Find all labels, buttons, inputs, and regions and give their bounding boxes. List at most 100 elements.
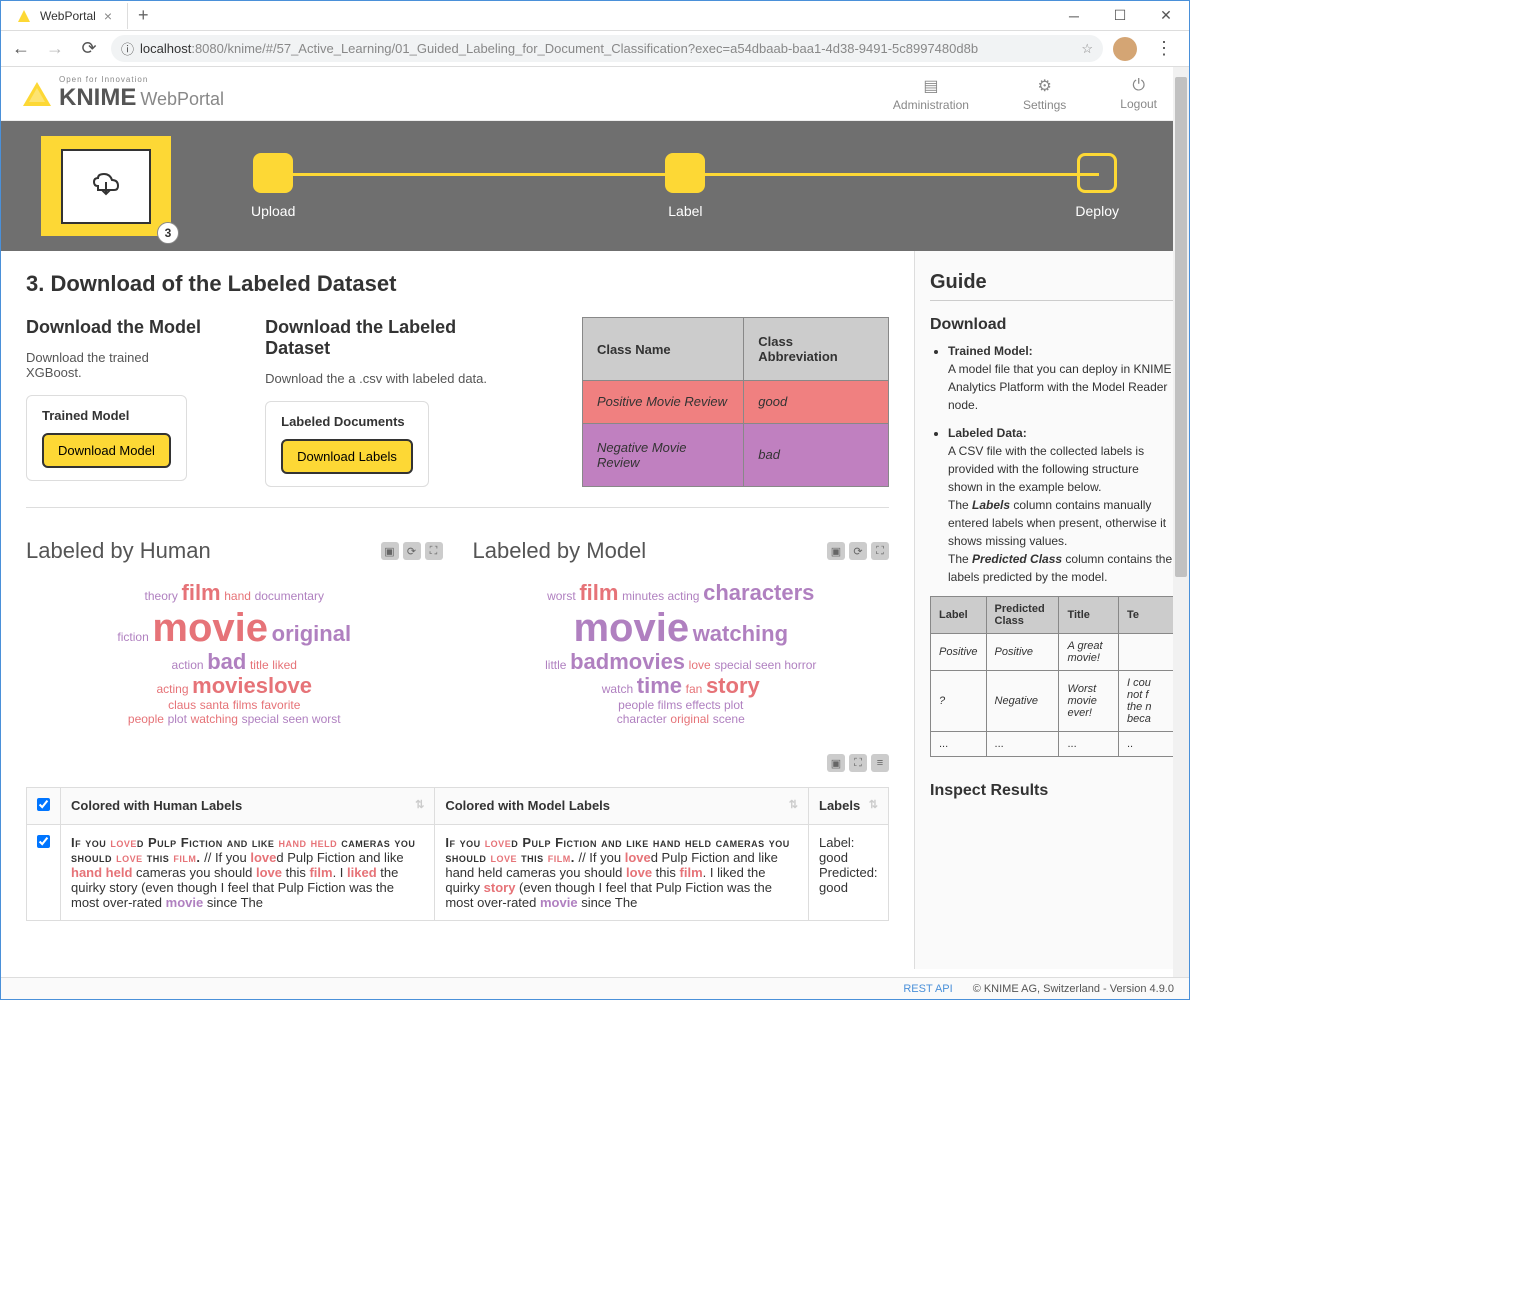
site-info-icon[interactable]: ⓘ	[121, 39, 134, 58]
address-bar[interactable]: ⓘ localhost:8080/knime/#/57_Active_Learn…	[111, 35, 1103, 62]
divider	[26, 507, 889, 508]
col-model-header[interactable]: Colored with Model Labels⇅	[435, 788, 809, 825]
table-row: ?NegativeWorst movie ever!I cou not f th…	[931, 671, 1174, 732]
table-row: PositivePositiveA great movie!	[931, 634, 1174, 671]
step-badge: 3	[157, 222, 179, 244]
cell-labels: Label: goodPredicted: good	[809, 825, 889, 921]
main-content: 3. Download of the Labeled Dataset Downl…	[1, 251, 914, 969]
download-model-desc: Download the trained XGBoost.	[26, 350, 205, 380]
forward-button[interactable]: →	[43, 37, 67, 61]
knime-logo[interactable]: Open for Innovation KNIME WebPortal	[21, 75, 224, 112]
sort-icon[interactable]: ⇅	[415, 798, 424, 811]
wordcloud-human-title: Labeled by Human	[26, 538, 211, 564]
table-row: Negative Movie Review bad	[582, 423, 888, 486]
bookmark-star-icon[interactable]: ☆	[1081, 41, 1093, 57]
collapse-icon[interactable]: ▣	[827, 754, 845, 772]
download-labels-button[interactable]: Download Labels	[281, 439, 413, 474]
reload-button[interactable]: ⟳	[77, 37, 101, 61]
guide-list-item: Trained Model: A model file that you can…	[948, 342, 1174, 414]
tab-title: WebPortal	[40, 9, 96, 23]
table-row: If you loved Pulp Fiction and like hand …	[27, 825, 889, 921]
browser-toolbar: ← → ⟳ ⓘ localhost:8080/knime/#/57_Active…	[1, 31, 1189, 67]
admin-icon: ▤	[923, 76, 938, 96]
dataset-card-title: Labeled Documents	[281, 414, 413, 429]
scroll-thumb[interactable]	[1175, 77, 1187, 577]
dataset-card: Labeled Documents Download Labels	[265, 401, 429, 487]
section-title: 3. Download of the Labeled Dataset	[26, 271, 889, 297]
gear-icon: ⚙	[1037, 76, 1051, 96]
logout-label: Logout	[1120, 97, 1157, 111]
guide-list-item: Labeled Data: A CSV file with the collec…	[948, 424, 1174, 586]
row-checkbox[interactable]	[37, 835, 50, 848]
guide-example-table: Label Predicted Class Title Te PositiveP…	[930, 596, 1174, 757]
step-label: Deploy	[1075, 203, 1119, 219]
refresh-icon[interactable]: ⟳	[403, 542, 421, 560]
guide-download-heading: Download	[930, 316, 1174, 334]
refresh-icon[interactable]: ⟳	[849, 542, 867, 560]
col-labels-header[interactable]: Labels⇅	[809, 788, 889, 825]
window-minimize-button[interactable]: ─	[1051, 1, 1097, 31]
logout-link[interactable]: ⏻ Logout	[1108, 77, 1169, 111]
settings-link[interactable]: ⚙ Settings	[1011, 76, 1078, 112]
guide-inspect-heading: Inspect Results	[930, 782, 1174, 800]
admin-label: Administration	[893, 98, 969, 112]
logo-tagline: Open for Innovation	[59, 75, 224, 84]
workflow-stepper: 3 Upload Label Deploy	[1, 121, 1189, 251]
expand-icon[interactable]: ⛶	[425, 542, 443, 560]
logo-portal: WebPortal	[140, 89, 224, 110]
download-dataset-desc: Download the a .csv with labeled data.	[265, 371, 522, 386]
new-tab-button[interactable]: +	[128, 0, 159, 31]
url-host: localhost	[140, 41, 191, 56]
table-row: ...........	[931, 732, 1174, 757]
administration-link[interactable]: ▤ Administration	[881, 76, 981, 112]
browser-titlebar: WebPortal × + ─ ☐ ✕	[1, 1, 1189, 31]
class-table: Class Name Class Abbreviation Positive M…	[582, 317, 889, 487]
window-maximize-button[interactable]: ☐	[1097, 1, 1143, 31]
sort-icon[interactable]: ⇅	[869, 798, 878, 811]
browser-tab[interactable]: WebPortal ×	[1, 3, 128, 29]
collapse-icon[interactable]: ▣	[381, 542, 399, 560]
model-card: Trained Model Download Model	[26, 395, 187, 481]
select-all-checkbox[interactable]	[37, 798, 50, 811]
cell-human-text: If you loved Pulp Fiction and like hand …	[61, 825, 435, 921]
copyright-text: © KNIME AG, Switzerland - Version 4.9.0	[973, 983, 1174, 995]
logout-icon: ⏻	[1132, 77, 1145, 95]
workflow-thumbnail[interactable]: 3	[41, 136, 171, 236]
knime-logo-icon	[21, 78, 53, 110]
wordcloud-model-title: Labeled by Model	[473, 538, 647, 564]
app-header: Open for Innovation KNIME WebPortal ▤ Ad…	[1, 67, 1189, 121]
guide-panel: Guide Download Trained Model: A model fi…	[914, 251, 1189, 969]
class-table-header: Class Name	[582, 318, 743, 381]
scrollbar[interactable]	[1173, 67, 1189, 977]
url-path: /knime/#/57_Active_Learning/01_Guided_La…	[224, 41, 978, 56]
guide-title: Guide	[930, 271, 1174, 301]
wordcloud-human[interactable]: theory film hand documentary fiction mov…	[26, 564, 443, 744]
step-label: Label	[668, 203, 702, 219]
collapse-icon[interactable]: ▣	[827, 542, 845, 560]
sort-icon[interactable]: ⇅	[789, 798, 798, 811]
step-deploy[interactable]: Deploy	[1075, 153, 1119, 219]
download-model-heading: Download the Model	[26, 317, 205, 338]
window-close-button[interactable]: ✕	[1143, 1, 1189, 31]
rest-api-link[interactable]: REST API	[903, 983, 952, 995]
step-label[interactable]: Label	[665, 153, 705, 219]
table-row: Positive Movie Review good	[582, 381, 888, 424]
expand-icon[interactable]: ⛶	[871, 542, 889, 560]
download-model-button[interactable]: Download Model	[42, 433, 171, 468]
step-upload[interactable]: Upload	[251, 153, 295, 219]
url-port: :8080	[191, 41, 224, 56]
results-table: Colored with Human Labels⇅ Colored with …	[26, 787, 889, 921]
logo-brand: KNIME	[59, 84, 136, 112]
browser-menu-icon[interactable]: ⋮	[1147, 38, 1181, 59]
col-human-header[interactable]: Colored with Human Labels⇅	[61, 788, 435, 825]
settings-label: Settings	[1023, 98, 1066, 112]
menu-icon[interactable]: ≡	[871, 754, 889, 772]
expand-icon[interactable]: ⛶	[849, 754, 867, 772]
profile-avatar[interactable]	[1113, 37, 1137, 61]
step-label: Upload	[251, 203, 295, 219]
back-button[interactable]: ←	[9, 37, 33, 61]
tab-close-icon[interactable]: ×	[104, 8, 112, 24]
model-card-title: Trained Model	[42, 408, 171, 423]
footer: REST API © KNIME AG, Switzerland - Versi…	[1, 977, 1189, 999]
wordcloud-model[interactable]: worst film minutes acting characters mov…	[473, 564, 890, 744]
